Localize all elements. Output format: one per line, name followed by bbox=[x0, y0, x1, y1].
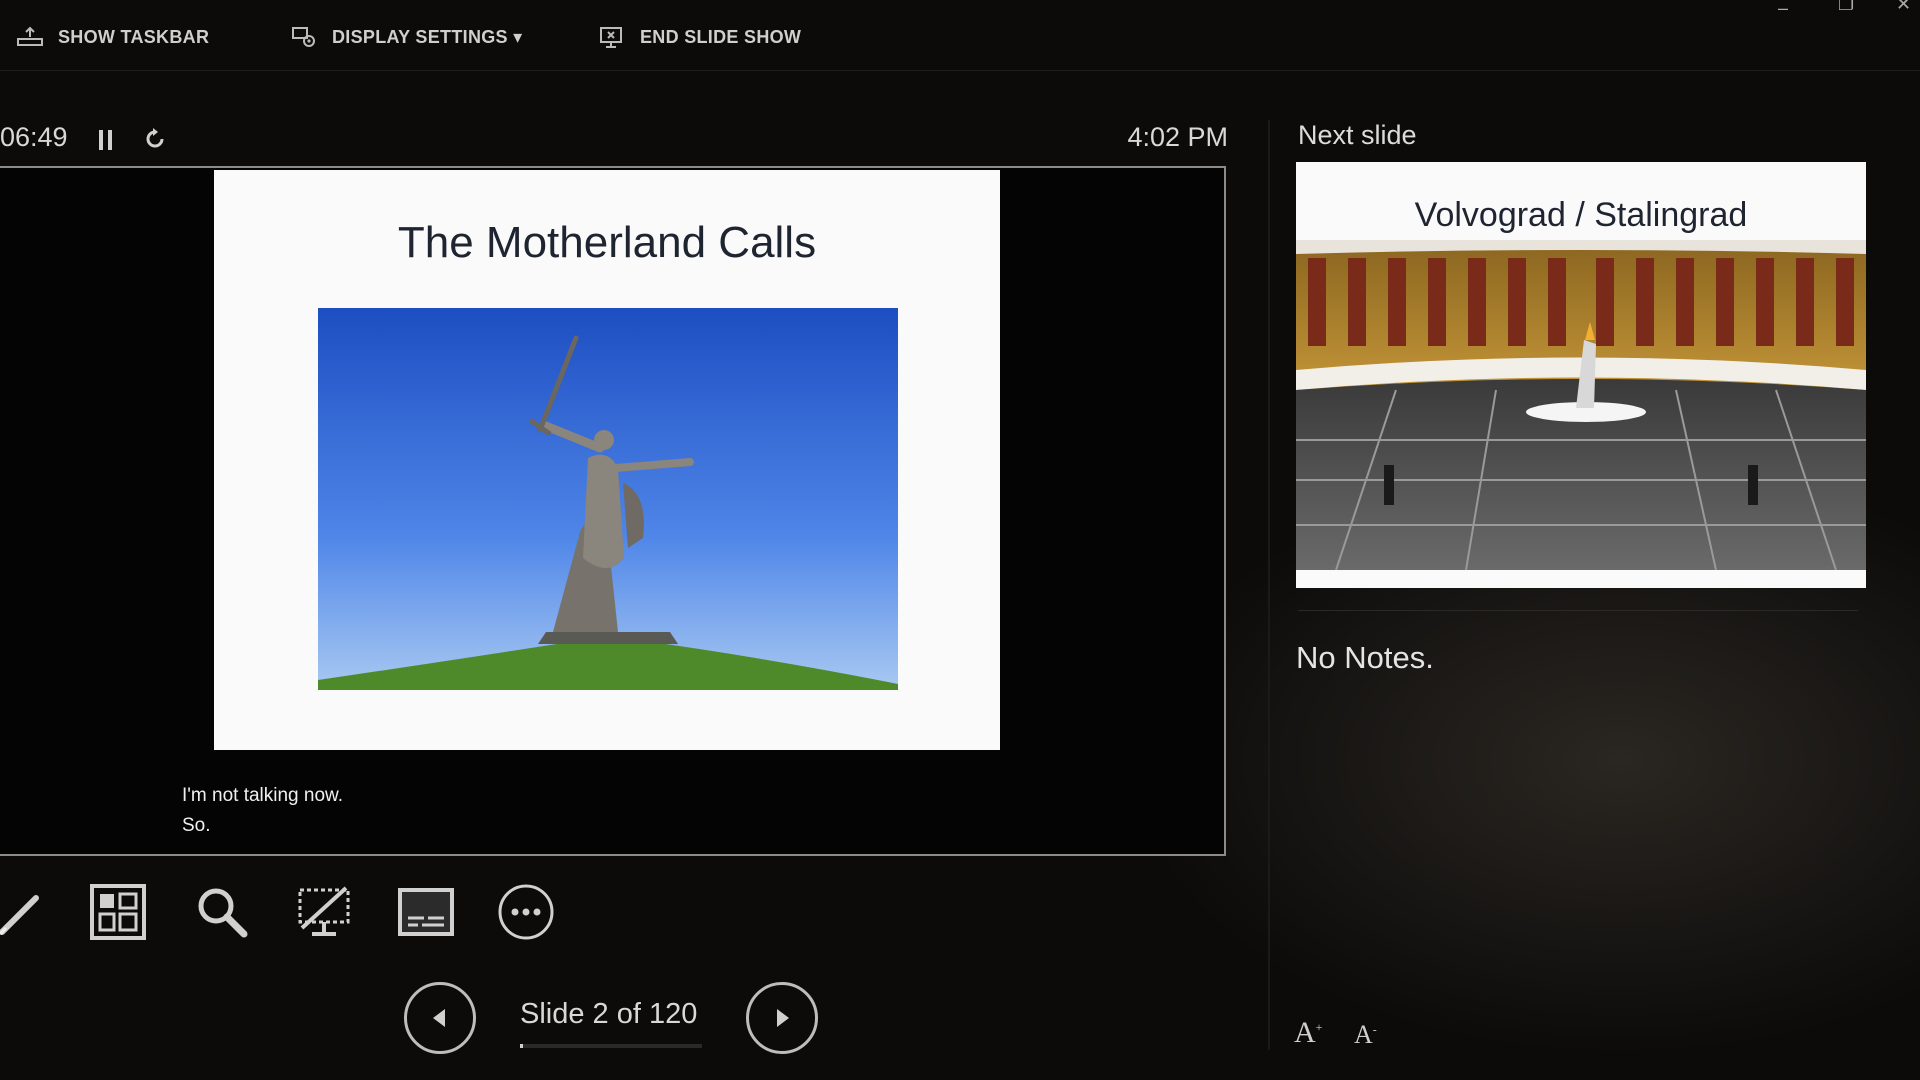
end-slide-show-button[interactable]: END SLIDE SHOW bbox=[598, 24, 801, 50]
next-slide-label: Next slide bbox=[1298, 120, 1417, 150]
previous-slide-button[interactable] bbox=[404, 982, 476, 1054]
close-icon[interactable]: ✕ bbox=[1896, 0, 1911, 15]
see-all-slides-button[interactable] bbox=[86, 880, 150, 944]
slide-photo bbox=[318, 308, 898, 690]
elapsed-timer: 06:49 bbox=[0, 122, 68, 152]
next-slide-photo bbox=[1296, 240, 1866, 570]
minimize-icon[interactable]: – bbox=[1778, 0, 1788, 19]
decrease-font-button[interactable]: A- bbox=[1354, 1020, 1377, 1050]
reset-icon[interactable] bbox=[142, 126, 168, 152]
slide-counter[interactable]: Slide 2 of 120 bbox=[520, 998, 720, 1031]
show-taskbar-button[interactable]: SHOW TASKBAR bbox=[16, 24, 209, 50]
end-slide-show-label: END SLIDE SHOW bbox=[640, 26, 802, 47]
display-settings-button[interactable]: DISPLAY SETTINGS ▾ bbox=[290, 24, 522, 50]
notes-divider bbox=[1298, 610, 1858, 611]
pen-tool-button[interactable] bbox=[0, 880, 54, 944]
next-slide-preview[interactable]: Volvograd / Stalingrad bbox=[1296, 162, 1866, 588]
next-slide-title: Volvograd / Stalingrad bbox=[1414, 196, 1748, 234]
more-options-icon bbox=[498, 884, 554, 940]
slide-progress-fill bbox=[520, 1044, 524, 1048]
zoom-icon bbox=[198, 888, 248, 938]
current-slide[interactable]: The Motherland Calls bbox=[214, 170, 1000, 750]
restore-icon[interactable]: ❐ bbox=[1838, 0, 1854, 15]
pen-icon bbox=[0, 895, 39, 936]
zoom-button[interactable] bbox=[190, 880, 254, 944]
black-screen-icon bbox=[298, 886, 350, 936]
black-screen-button[interactable] bbox=[292, 880, 356, 944]
see-all-slides-icon bbox=[90, 884, 146, 940]
speaker-notes: No Notes. bbox=[1296, 640, 1434, 675]
current-time: 4:02 PM bbox=[1127, 122, 1228, 152]
display-settings-icon bbox=[292, 27, 315, 47]
panel-divider bbox=[1268, 120, 1270, 1050]
display-settings-label: DISPLAY SETTINGS ▾ bbox=[332, 26, 523, 47]
subtitles-icon bbox=[398, 888, 454, 936]
taskbar-icon bbox=[17, 26, 43, 46]
more-options-button[interactable] bbox=[494, 880, 558, 944]
previous-arrow-icon bbox=[433, 1009, 445, 1027]
decrease-font-label: A bbox=[1354, 1020, 1373, 1049]
subtitles-button[interactable] bbox=[394, 880, 458, 944]
pause-icon[interactable] bbox=[96, 128, 116, 152]
next-arrow-icon bbox=[777, 1009, 789, 1027]
presenter-toolbar: SHOW TASKBAR DISPLAY SETTINGS ▾ END SLID… bbox=[0, 0, 1920, 71]
increase-font-label: A bbox=[1294, 1016, 1316, 1049]
subtitle-line: I'm not talking now. bbox=[182, 785, 343, 806]
subtitle-line: So. bbox=[182, 815, 211, 836]
next-slide-button[interactable] bbox=[746, 982, 818, 1054]
increase-font-button[interactable]: A+ bbox=[1294, 1016, 1322, 1050]
slide-title: The Motherland Calls bbox=[397, 218, 817, 267]
slide-progress-bar bbox=[520, 1044, 702, 1048]
show-taskbar-label: SHOW TASKBAR bbox=[58, 26, 210, 47]
end-show-icon bbox=[600, 27, 622, 48]
